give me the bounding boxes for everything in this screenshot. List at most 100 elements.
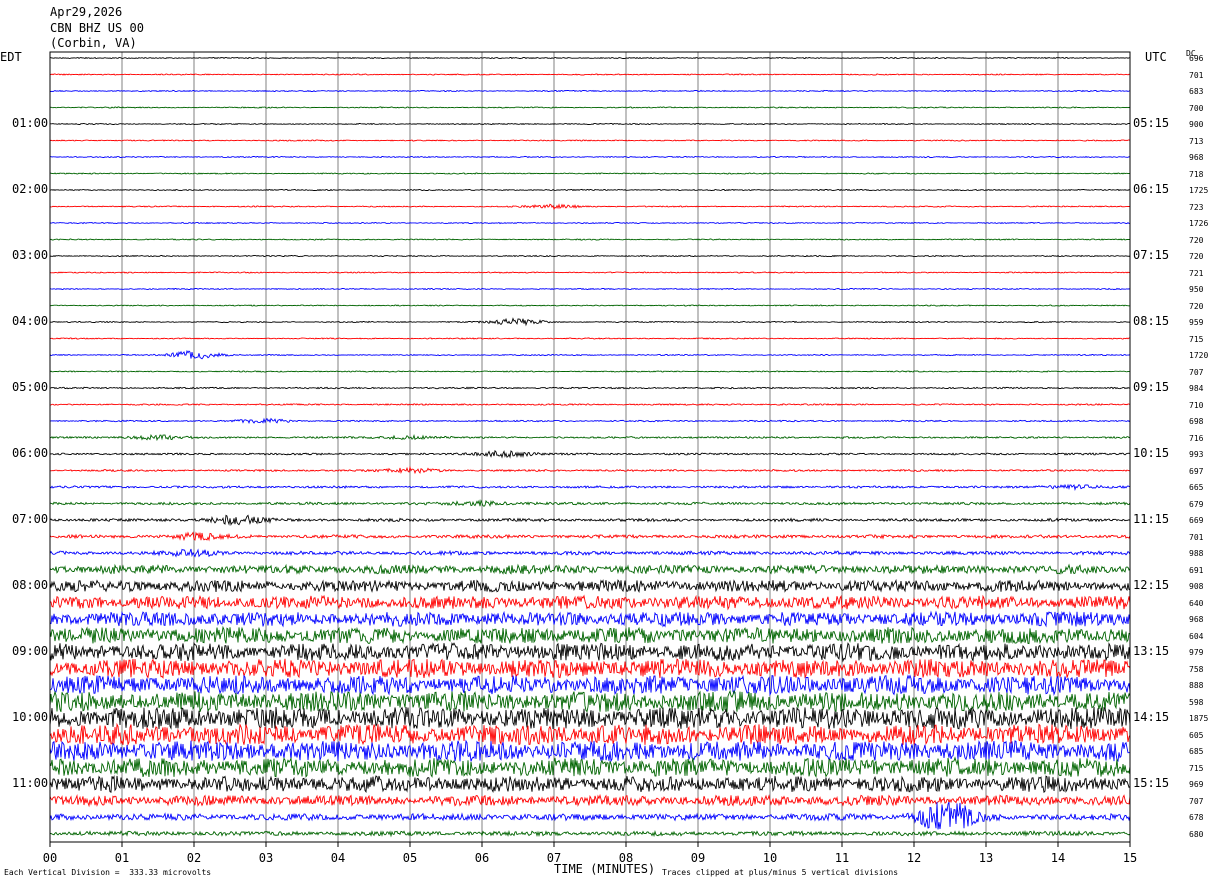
dc-offset-value: 701 [1189, 532, 1204, 542]
seismic-trace-37 [49, 658, 1131, 679]
utc-hour-label: 12:15 [1133, 578, 1170, 592]
dc-offset-value: 713 [1189, 136, 1204, 146]
dc-offset-value: 640 [1189, 598, 1204, 608]
seismic-trace-44 [49, 775, 1131, 794]
dc-offset-value: 1725 [1189, 186, 1209, 195]
seismic-trace-1 [49, 73, 1131, 76]
utc-hour-label: 10:15 [1133, 446, 1170, 460]
dc-offset-value: 908 [1189, 582, 1204, 591]
seismic-trace-46 [49, 801, 1131, 830]
x-tick-label: 03 [259, 851, 273, 865]
dc-offset-value: 758 [1189, 664, 1204, 674]
seismic-trace-31 [49, 563, 1131, 575]
x-tick-label: 05 [403, 851, 417, 865]
dc-offset-value: 691 [1189, 565, 1204, 575]
seismic-trace-47 [49, 829, 1131, 838]
seismic-trace-20 [49, 386, 1131, 390]
dc-offset-value: 685 [1189, 747, 1204, 756]
edt-hour-label: 02:00 [12, 182, 49, 196]
edt-hour-label: 11:00 [12, 776, 49, 790]
dc-offset-value: 683 [1189, 87, 1204, 96]
right-timezone-label: UTC [1145, 50, 1167, 64]
x-tick-label: 11 [835, 851, 849, 865]
dc-offset-value: 984 [1189, 384, 1204, 393]
seismic-trace-24 [49, 449, 1131, 459]
utc-hour-label: 08:15 [1133, 314, 1170, 328]
utc-hour-label: 07:15 [1133, 248, 1170, 262]
utc-hour-label: 13:15 [1133, 644, 1170, 658]
seismic-trace-29 [49, 531, 1131, 542]
dc-offset-value: 723 [1189, 202, 1204, 212]
dc-offset-value: 678 [1189, 813, 1204, 822]
seismic-trace-23 [49, 433, 1131, 442]
seismic-trace-25 [50, 465, 1131, 475]
scale-note: Each Vertical Division = 333.33 microvol… [4, 868, 212, 877]
seismic-trace-6 [49, 155, 1131, 159]
seismic-trace-33 [49, 594, 1131, 611]
seismic-trace-13 [49, 271, 1131, 274]
station-location: (Corbin, VA) [50, 36, 137, 50]
edt-hour-label: 03:00 [12, 248, 49, 262]
x-axis-title: TIME (MINUTES) [554, 862, 656, 876]
dc-offset-value: 968 [1189, 615, 1204, 624]
dc-offset-value: 679 [1189, 499, 1204, 509]
dc-offset-value: 959 [1189, 318, 1204, 327]
dc-offset-value: 680 [1189, 829, 1204, 839]
seismic-trace-15 [49, 304, 1131, 307]
utc-hour-label: 15:15 [1133, 776, 1170, 790]
dc-offset-value: 968 [1189, 153, 1204, 162]
seismic-trace-19 [49, 370, 1130, 373]
record-date: Apr29,2026 [50, 5, 123, 19]
edt-hour-label: 07:00 [12, 512, 49, 526]
dc-offset-value: 697 [1189, 466, 1204, 476]
x-tick-label: 06 [475, 851, 489, 865]
utc-hour-label: 05:15 [1133, 116, 1170, 130]
seismic-trace-32 [49, 578, 1131, 593]
dc-offset-value: 598 [1189, 697, 1204, 707]
seismic-trace-30 [49, 548, 1131, 558]
seismogram-plot: 00 01 02 03 04 05 06 07 08 09 10 11 12 13 14 15 [43, 51, 1137, 865]
edt-hour-label: 06:00 [12, 446, 49, 460]
dc-offset-value: 888 [1189, 681, 1204, 690]
dc-offset-value: 707 [1189, 796, 1204, 806]
dc-offset-value: 1720 [1189, 351, 1209, 360]
seismic-trace-45 [49, 793, 1131, 808]
seismic-trace-21 [49, 403, 1131, 406]
dc-offset-value: 700 [1189, 103, 1204, 113]
dc-offset-value: 665 [1189, 483, 1204, 492]
dc-offset-value: 720 [1189, 252, 1204, 261]
x-tick-label: 10 [763, 851, 777, 865]
trace-layer [49, 56, 1131, 838]
seismic-trace-0 [50, 56, 1130, 60]
clip-note: Traces clipped at plus/minus 5 vertical … [662, 868, 899, 877]
dc-offset-value: 715 [1189, 334, 1204, 344]
dc-offset-value: 715 [1189, 763, 1204, 773]
dc-offset-value: 701 [1189, 70, 1204, 80]
dc-offset-value: 604 [1189, 631, 1204, 641]
seismic-trace-16 [49, 317, 1131, 327]
dc-offset-value: 698 [1189, 417, 1204, 426]
x-tick-label: 13 [979, 851, 993, 865]
dc-offset-value: 720 [1189, 235, 1204, 245]
seismic-trace-40 [49, 706, 1131, 730]
seismic-trace-34 [49, 610, 1131, 628]
utc-hour-label: 09:15 [1133, 380, 1170, 394]
x-tick-label: 04 [331, 851, 345, 865]
plot-frame [49, 51, 1131, 843]
seismic-trace-28 [49, 514, 1131, 527]
x-tick-label: 01 [115, 851, 129, 865]
dc-offset-value: 721 [1189, 268, 1204, 278]
seismic-trace-10 [49, 221, 1131, 225]
seismic-trace-7 [49, 172, 1131, 175]
x-tick-label: 15 [1123, 851, 1137, 865]
seismic-trace-9 [49, 203, 1131, 211]
edt-hour-label: 01:00 [12, 116, 49, 130]
dc-offset-value: 716 [1189, 433, 1204, 443]
edt-hour-label: 10:00 [12, 710, 49, 724]
dc-offset-value: 969 [1189, 780, 1204, 789]
left-timezone-label: EDT [0, 50, 22, 64]
edt-hour-label: 05:00 [12, 380, 49, 394]
seismic-trace-2 [49, 89, 1131, 93]
x-tick-label: 02 [187, 851, 201, 865]
dc-offset-value: 707 [1189, 367, 1204, 377]
